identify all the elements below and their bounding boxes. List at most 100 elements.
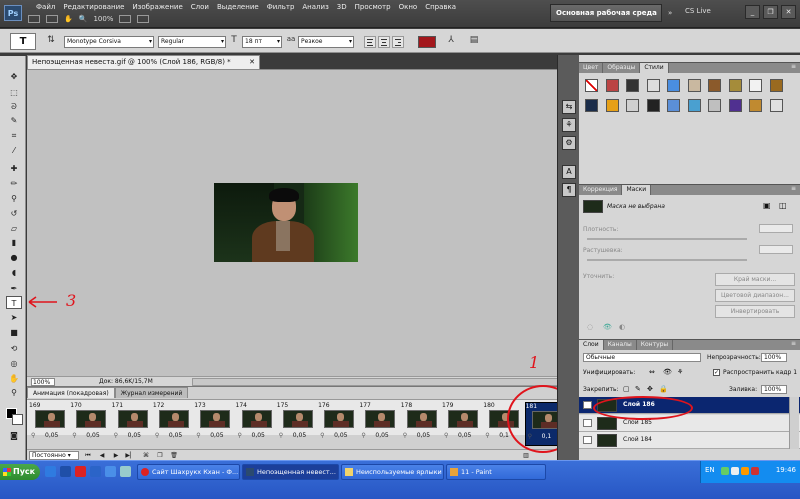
layer-name[interactable]: Слой 186: [623, 401, 655, 408]
layer-name[interactable]: Слой 185: [623, 419, 652, 426]
mask-edge-button[interactable]: Край маски...: [715, 273, 795, 286]
align-right-button[interactable]: [392, 36, 404, 48]
frame-disposal-icon[interactable]: ⚲: [114, 432, 118, 439]
arrange-icon[interactable]: [119, 15, 132, 23]
propagate-checkbox[interactable]: ✓: [713, 369, 720, 376]
frame-delay[interactable]: 0,05: [252, 432, 265, 439]
style-swatch[interactable]: [667, 79, 680, 92]
style-swatch[interactable]: [749, 79, 762, 92]
tray-volume-icon[interactable]: [731, 467, 739, 475]
tab-swatches[interactable]: Образцы: [603, 63, 641, 73]
font-family-select[interactable]: Monotype Corsiva ▾: [64, 36, 154, 48]
density-slider[interactable]: [587, 238, 747, 240]
lock-position-icon[interactable]: ✥: [647, 385, 653, 393]
zoom-icon[interactable]: 🔍: [79, 15, 88, 23]
restore-icon[interactable]: ❐: [763, 5, 778, 19]
taskbar-item-folder[interactable]: Неиспользуемые ярлыки: [341, 464, 444, 480]
style-swatch[interactable]: [605, 99, 619, 112]
menu-file[interactable]: Файл: [32, 0, 59, 14]
brush-presets-icon[interactable]: ⚘: [562, 118, 576, 132]
frame-disposal-icon[interactable]: ⚲: [403, 432, 407, 439]
quick-select-tool-icon[interactable]: ✎: [6, 114, 22, 127]
frame-delay[interactable]: 0,05: [45, 432, 58, 439]
text-orientation-icon[interactable]: ⇅: [45, 35, 57, 48]
add-vector-mask-icon[interactable]: ◫: [779, 201, 787, 210]
style-swatch[interactable]: [728, 79, 742, 92]
frame-delay[interactable]: 0,05: [417, 432, 430, 439]
taskbar-item-paint[interactable]: 11 - Paint: [446, 464, 546, 480]
blend-mode-select[interactable]: Обычные: [583, 353, 701, 362]
screen-mode-icon[interactable]: [137, 15, 150, 23]
animation-frame[interactable]: 173 ⚲ 0,05: [194, 402, 234, 446]
tool-preset-picker[interactable]: T: [10, 33, 36, 50]
layer-visibility-icon[interactable]: [583, 418, 592, 427]
start-button[interactable]: Пуск: [0, 464, 40, 480]
color-range-button[interactable]: Цветовой диапазон...: [715, 289, 795, 302]
frame-delay[interactable]: 0,1: [499, 432, 509, 439]
font-style-select[interactable]: Regular ▾: [158, 36, 226, 48]
feather-slider[interactable]: [587, 259, 747, 261]
style-swatch[interactable]: [626, 79, 639, 92]
lock-transparency-icon[interactable]: ▢: [623, 385, 630, 393]
animation-frame[interactable]: 170 ⚲ 0,05: [70, 402, 110, 446]
style-swatch[interactable]: [769, 79, 783, 92]
clone-stamp-tool-icon[interactable]: ⚲: [6, 192, 22, 205]
align-center-button[interactable]: [378, 36, 390, 48]
zoom-tool-icon[interactable]: ⚲: [6, 386, 22, 399]
style-swatch[interactable]: [728, 99, 742, 112]
delete-frame-icon[interactable]: 🗑: [169, 451, 179, 460]
frame-delay[interactable]: 0,05: [293, 432, 306, 439]
frame-delay[interactable]: 0,05: [458, 432, 471, 439]
style-swatch[interactable]: [708, 99, 721, 112]
panel-menu-icon[interactable]: ≡: [791, 63, 796, 70]
gradient-tool-icon[interactable]: ▮: [6, 236, 22, 249]
animation-frame[interactable]: 176 ⚲ 0,05: [318, 402, 358, 446]
tween-icon[interactable]: ⌘: [141, 451, 151, 460]
animation-frame[interactable]: 171 ⚲ 0,05: [112, 402, 152, 446]
tray-antivirus-icon[interactable]: [741, 467, 749, 475]
quicklaunch-more-icon[interactable]: [120, 466, 131, 477]
close-icon[interactable]: ✕: [781, 5, 796, 19]
lasso-tool-icon[interactable]: ᘐ: [6, 100, 22, 113]
brush-tool-icon[interactable]: ✏: [6, 177, 22, 190]
menu-help[interactable]: Справка: [421, 0, 460, 14]
feather-field[interactable]: [759, 245, 793, 254]
menu-window[interactable]: Окно: [395, 0, 422, 14]
add-pixel-mask-icon[interactable]: ▣: [763, 201, 771, 210]
menu-layers[interactable]: Слои: [187, 0, 213, 14]
3d-rotate-tool-icon[interactable]: ⟲: [6, 342, 22, 355]
character-panel-icon[interactable]: ▤: [468, 35, 480, 48]
animation-frame[interactable]: 177 ⚲ 0,05: [359, 402, 399, 446]
menu-image[interactable]: Изображение: [128, 0, 186, 14]
layers-scrollbar[interactable]: [789, 397, 799, 449]
frame-disposal-icon[interactable]: ⚲: [361, 432, 365, 439]
minimize-icon[interactable]: _: [745, 5, 760, 19]
history-brush-tool-icon[interactable]: ↺: [6, 207, 22, 220]
loop-select[interactable]: Постоянно ▾: [29, 451, 79, 460]
text-color-swatch[interactable]: [418, 36, 436, 48]
path-select-tool-icon[interactable]: ➤: [6, 311, 22, 324]
clone-source-icon[interactable]: ⚙: [562, 136, 576, 150]
frame-disposal-icon[interactable]: ⚲: [31, 432, 35, 439]
animation-frame[interactable]: 179 ⚲ 0,05: [442, 402, 482, 446]
style-swatch[interactable]: [626, 99, 639, 112]
layer-visibility-icon[interactable]: [583, 436, 592, 444]
first-frame-icon[interactable]: ⏮: [83, 451, 93, 460]
frame-delay[interactable]: 0,05: [128, 432, 141, 439]
next-frame-icon[interactable]: ▶▏: [125, 451, 135, 460]
blur-tool-icon[interactable]: ●: [6, 251, 22, 264]
app-zoom-level[interactable]: 100%: [93, 15, 113, 23]
menu-view[interactable]: Просмотр: [351, 0, 395, 14]
style-swatch[interactable]: [687, 79, 701, 92]
layer-row[interactable]: Слой 186: [579, 397, 800, 414]
animation-frame[interactable]: 180 ⚲ 0,1: [483, 402, 523, 446]
pen-tool-icon[interactable]: ✒: [6, 282, 22, 295]
hand-tool-icon[interactable]: ✋: [6, 372, 22, 385]
language-indicator[interactable]: EN: [705, 466, 715, 474]
dodge-tool-icon[interactable]: ◖: [6, 266, 22, 279]
unify-style-icon[interactable]: ⚘: [677, 368, 683, 376]
frame-disposal-icon[interactable]: ⚲: [528, 433, 532, 440]
cs-live-button[interactable]: CS Live: [685, 7, 711, 15]
3d-orbit-tool-icon[interactable]: ◎: [6, 357, 22, 370]
tab-animation[interactable]: Анимация (покадровая): [27, 387, 115, 398]
